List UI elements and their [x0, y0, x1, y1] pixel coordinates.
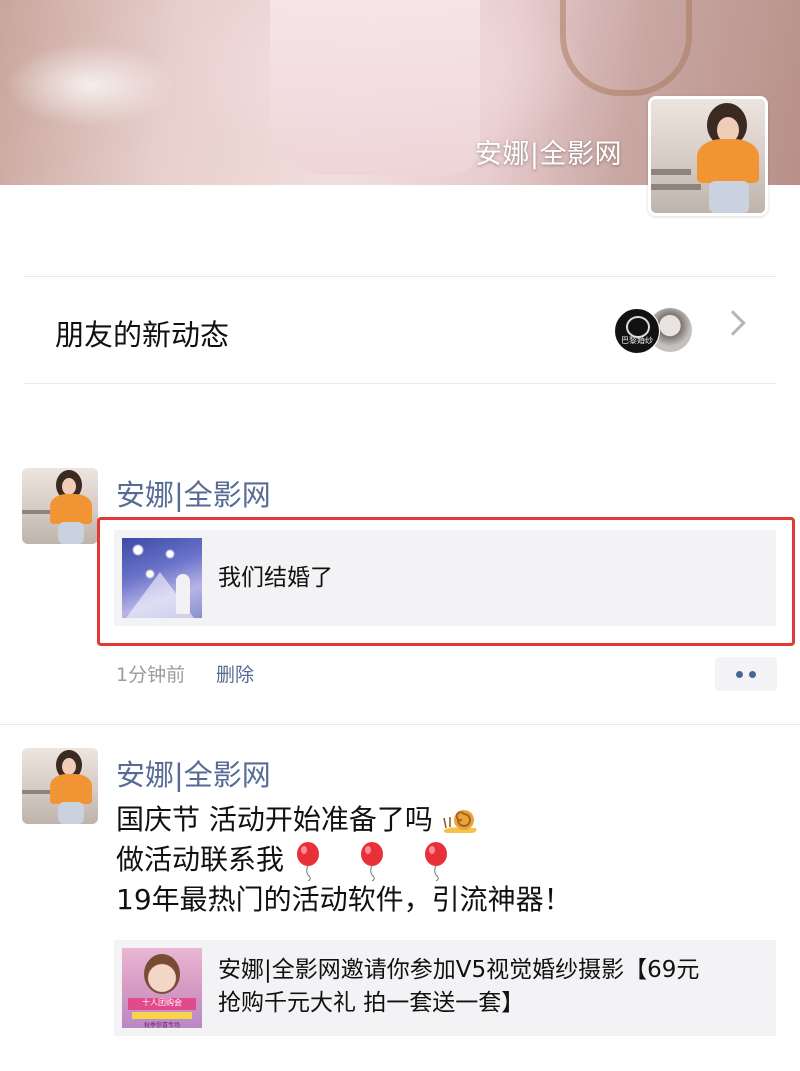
divider: [24, 383, 776, 384]
balloon-emoji-icon: [424, 842, 447, 881]
shared-link-card[interactable]: 十人团购会 秋季惊喜专场 安娜|全影网邀请你参加V5视觉婚纱摄影【69元 抢购千…: [114, 940, 776, 1036]
post-text-line: 19年最热门的活动软件，引流神器！: [116, 883, 572, 916]
chevron-right-icon: [720, 310, 746, 336]
link-title-line: 抢购千元大礼 拍一套送一套】: [218, 990, 525, 1016]
post-text-line: 做活动联系我: [116, 840, 451, 881]
more-dots-icon: [736, 671, 743, 678]
post-text-line: 国庆节 活动开始准备了吗: [116, 800, 480, 840]
more-dots-icon: [749, 671, 756, 678]
balloon-emoji-icon: [360, 842, 383, 881]
author-avatar[interactable]: [22, 468, 98, 544]
friends-new-activity-label: 朋友的新动态: [55, 318, 230, 352]
author-name[interactable]: 安娜|全影网: [116, 752, 271, 794]
delete-link[interactable]: 删除: [216, 660, 254, 687]
link-title-line: 安娜|全影网邀请你参加V5视觉婚纱摄影【69元: [218, 957, 700, 983]
divider: [0, 724, 800, 725]
profile-name: 安娜|全影网: [474, 139, 622, 170]
post-time: 1分钟前: [116, 664, 186, 686]
thumb-banner-text: 十人团购会: [142, 998, 182, 1007]
author-avatar[interactable]: [22, 748, 98, 824]
friend-avatar-text: 巴黎婚纱: [621, 336, 653, 345]
friend-avatar-badge: 巴黎婚纱: [614, 308, 660, 354]
friends-new-activity-row[interactable]: 朋友的新动态 巴黎婚纱: [0, 277, 800, 383]
author-name[interactable]: 安娜|全影网: [116, 472, 271, 514]
highlight-box: [97, 517, 795, 646]
cover-decoration: [270, 0, 480, 175]
profile-avatar[interactable]: [648, 96, 768, 216]
more-actions-button[interactable]: [715, 657, 777, 691]
link-thumbnail: 十人团购会 秋季惊喜专场: [122, 948, 202, 1028]
thumb-banner-subtext: 秋季惊喜专场: [143, 1022, 180, 1028]
cover-decoration-bag-strap: [560, 0, 692, 96]
balloon-emoji-icon: [296, 842, 319, 881]
snail-emoji-icon: [443, 810, 477, 833]
